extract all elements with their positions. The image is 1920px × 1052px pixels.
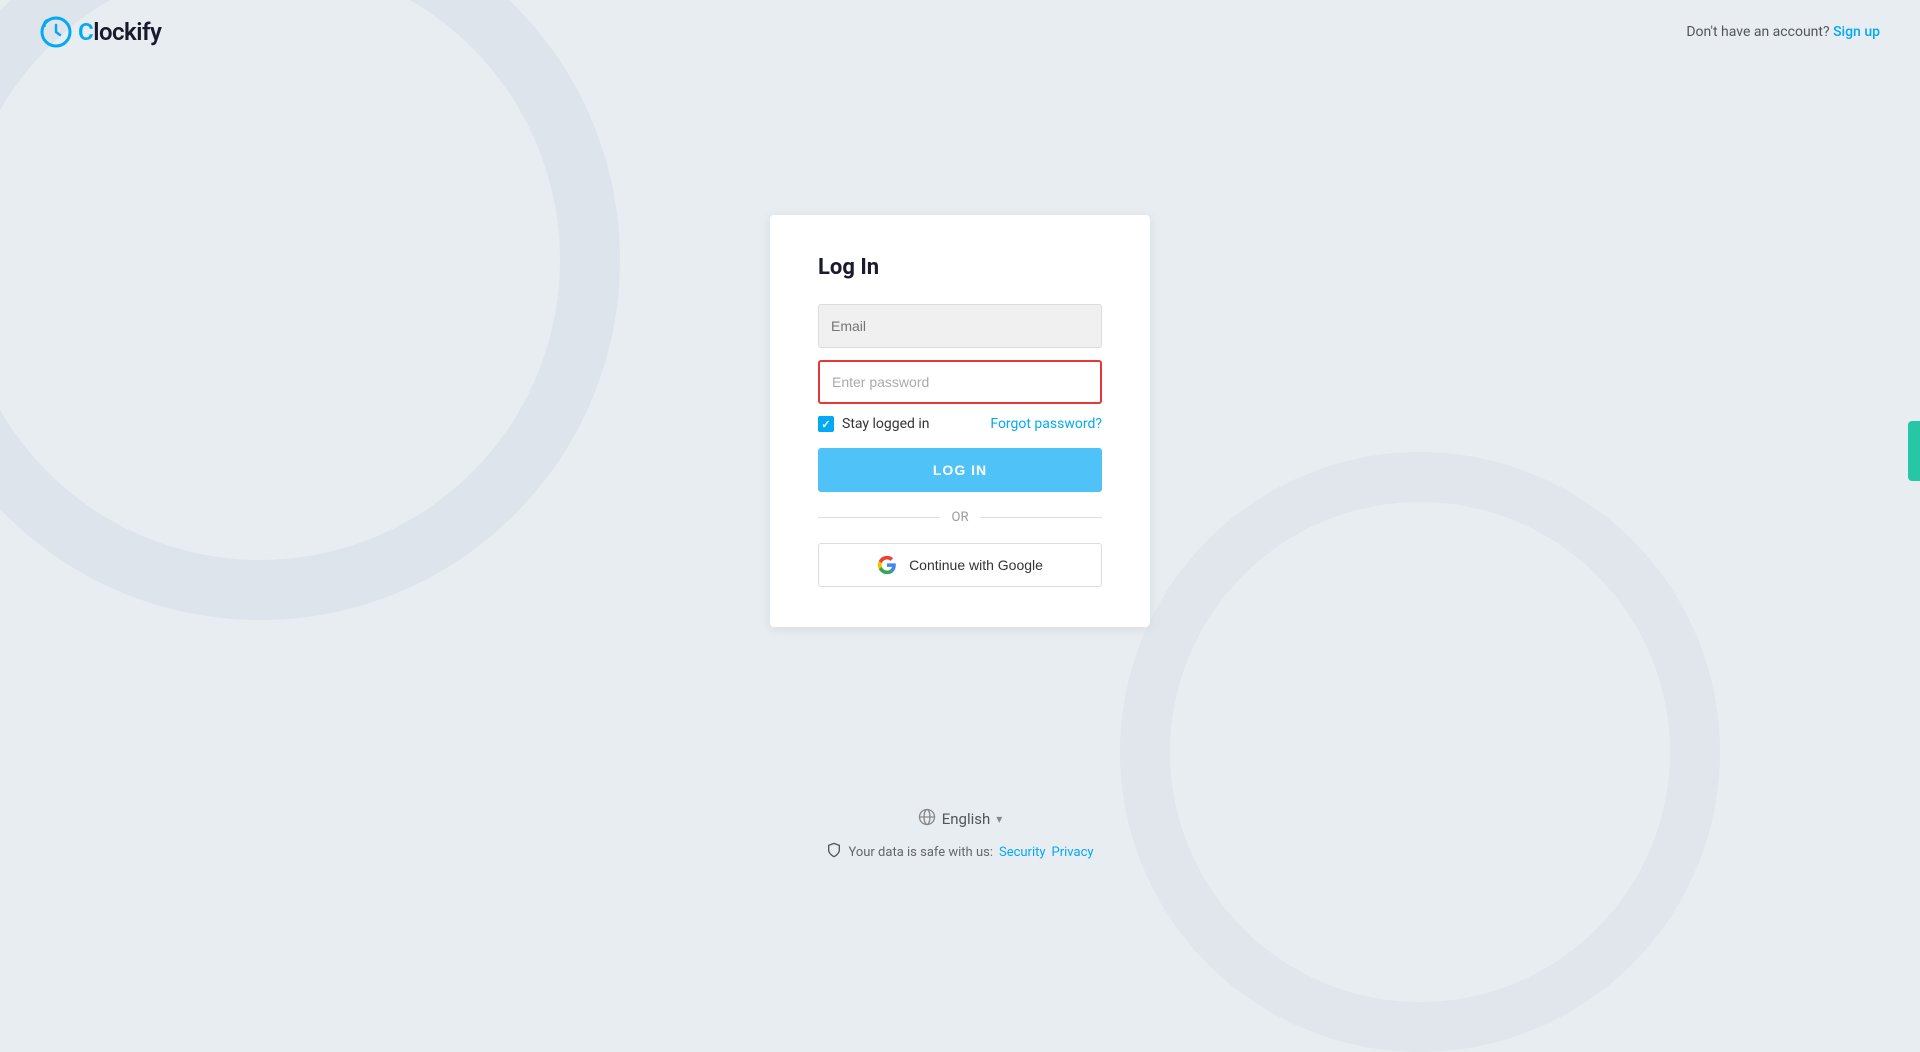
or-line-left [818, 517, 940, 518]
stay-logged-in-label[interactable]: Stay logged in [818, 416, 930, 432]
main-content: Log In Stay logged in Forgot password? L… [0, 0, 1920, 902]
or-line-right [980, 517, 1102, 518]
options-row: Stay logged in Forgot password? [818, 416, 1102, 432]
or-text: OR [952, 510, 969, 525]
language-selector[interactable]: English ▾ [918, 808, 1003, 830]
chevron-down-icon: ▾ [996, 812, 1002, 826]
forgot-password-link[interactable]: Forgot password? [990, 416, 1102, 432]
green-tab [1908, 421, 1920, 481]
login-button[interactable]: LOG IN [818, 448, 1102, 492]
stay-logged-in-checkbox[interactable] [818, 416, 834, 432]
security-notice: Your data is safe with us: Security Priv… [826, 842, 1093, 862]
globe-icon [918, 808, 936, 830]
privacy-link[interactable]: Privacy [1052, 845, 1094, 860]
google-signin-button[interactable]: Continue with Google [818, 543, 1102, 587]
password-input[interactable] [818, 360, 1102, 404]
email-group [818, 304, 1102, 348]
email-input[interactable] [818, 304, 1102, 348]
language-label: English [942, 810, 991, 828]
google-icon [877, 555, 897, 575]
shield-icon [826, 842, 842, 862]
or-divider: OR [818, 510, 1102, 525]
security-link[interactable]: Security [999, 845, 1046, 860]
footer: English ▾ Your data is safe with us: Sec… [0, 808, 1920, 862]
security-text: Your data is safe with us: [848, 845, 993, 860]
login-card: Log In Stay logged in Forgot password? L… [770, 215, 1150, 627]
password-group [818, 360, 1102, 404]
login-title: Log In [818, 255, 1102, 280]
